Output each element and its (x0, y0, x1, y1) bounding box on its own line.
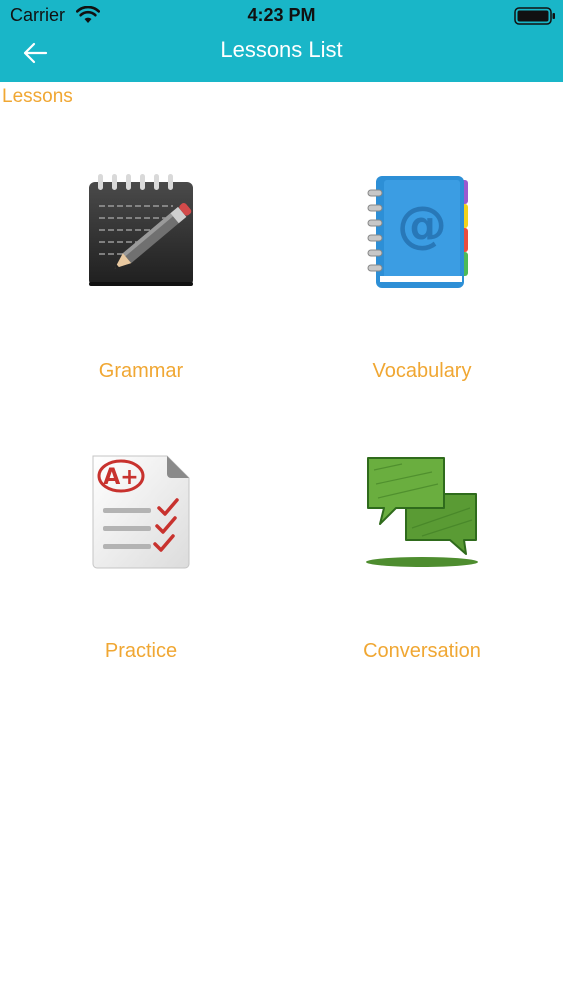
page-title: Lessons List (220, 37, 343, 62)
address-book-icon: @ (367, 176, 468, 288)
lesson-label: Practice (104, 640, 178, 662)
back-button[interactable] (18, 36, 58, 70)
lesson-tile-practice[interactable]: A+ Practice (0, 420, 282, 700)
speech-bubbles-icon (366, 457, 478, 567)
lesson-tile-conversation[interactable]: Conversation (281, 420, 563, 700)
lesson-label: Vocabulary (372, 360, 472, 382)
battery-icon (514, 7, 555, 25)
svg-text:@: @ (397, 196, 447, 254)
graded-test-icon: A+ (92, 455, 190, 569)
lesson-tile-grammar[interactable]: Grammar (0, 140, 282, 420)
section-label: Lessons (2, 86, 73, 107)
svg-text:A+: A+ (103, 465, 138, 490)
lesson-tile-vocabulary[interactable]: @ Vocabulary (281, 140, 563, 420)
notepad-pencil-icon (89, 174, 193, 286)
navigation-bar: Lessons List (0, 32, 563, 82)
status-time: 4:23 PM (247, 5, 316, 25)
lessons-list-screen: Carrier 4:23 PM Lessons List Lessons Gra… (0, 0, 563, 1000)
status-bar: Carrier 4:23 PM (0, 0, 563, 32)
arrow-left-icon (23, 42, 48, 64)
lesson-label: Grammar (98, 360, 184, 382)
lesson-label: Conversation (363, 640, 481, 662)
app-header: Carrier 4:23 PM Lessons List (0, 0, 563, 82)
